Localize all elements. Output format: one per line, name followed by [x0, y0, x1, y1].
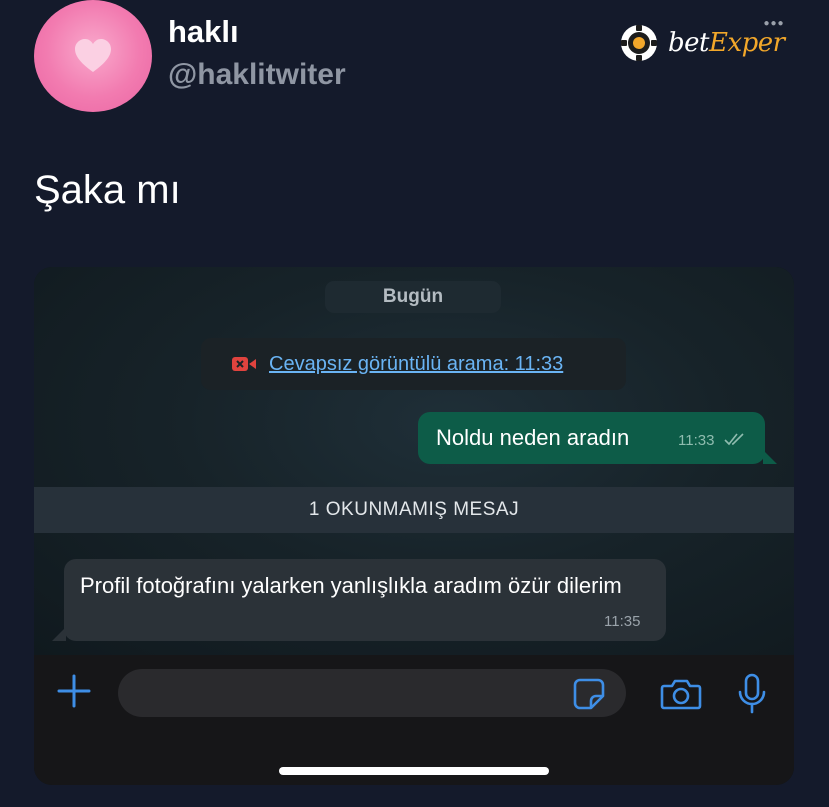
unread-divider: 1 OKUNMAMIŞ MESAJ — [34, 487, 794, 533]
username[interactable]: haklı — [168, 14, 239, 50]
outgoing-message[interactable]: Noldu neden aradın 11:33 — [418, 412, 777, 464]
date-divider: Bugün — [325, 281, 501, 313]
missed-call-link[interactable]: Cevapsız görüntülü arama: 11:33 — [269, 353, 563, 376]
outgoing-message-time: 11:33 — [678, 432, 715, 449]
outgoing-message-text: Noldu neden aradın — [436, 425, 630, 450]
chat-screenshot[interactable]: Bugün Cevapsız görüntülü arama: 11:33 No… — [34, 267, 794, 785]
incoming-message-text: Profil fotoğrafını yalarken yanlışlıkla … — [80, 573, 622, 598]
home-indicator — [279, 767, 549, 775]
attach-plus-button[interactable] — [56, 673, 92, 714]
tweet-text: Şaka mı — [34, 168, 181, 212]
sticker-button[interactable] — [572, 677, 606, 716]
watermark-logo: betExper ●●● — [618, 18, 785, 64]
camera-icon — [660, 679, 702, 710]
more-dots-icon: ●●● — [763, 18, 785, 29]
double-check-icon — [724, 432, 746, 451]
message-composer — [34, 655, 794, 785]
camera-button[interactable] — [660, 677, 702, 716]
heart-icon — [75, 39, 111, 72]
bubble-tail — [763, 450, 777, 464]
microphone-icon — [738, 673, 766, 714]
logo-text-exper: Exper — [708, 28, 785, 58]
message-input[interactable] — [118, 669, 626, 717]
sticker-icon — [573, 678, 605, 710]
plus-icon — [57, 674, 91, 708]
avatar[interactable] — [34, 0, 152, 112]
microphone-button[interactable] — [737, 673, 767, 720]
video-camera-icon — [231, 356, 257, 372]
poker-chip-icon — [621, 25, 657, 61]
incoming-message[interactable]: Profil fotoğrafını yalarken yanlışlıkla … — [52, 559, 666, 641]
missed-call-notice[interactable]: Cevapsız görüntülü arama: 11:33 — [201, 338, 626, 390]
incoming-message-time: 11:35 — [604, 613, 641, 630]
logo-text-bet: bet — [668, 28, 709, 58]
bubble-tail — [52, 627, 66, 641]
user-handle[interactable]: @haklitwiter — [168, 58, 346, 92]
